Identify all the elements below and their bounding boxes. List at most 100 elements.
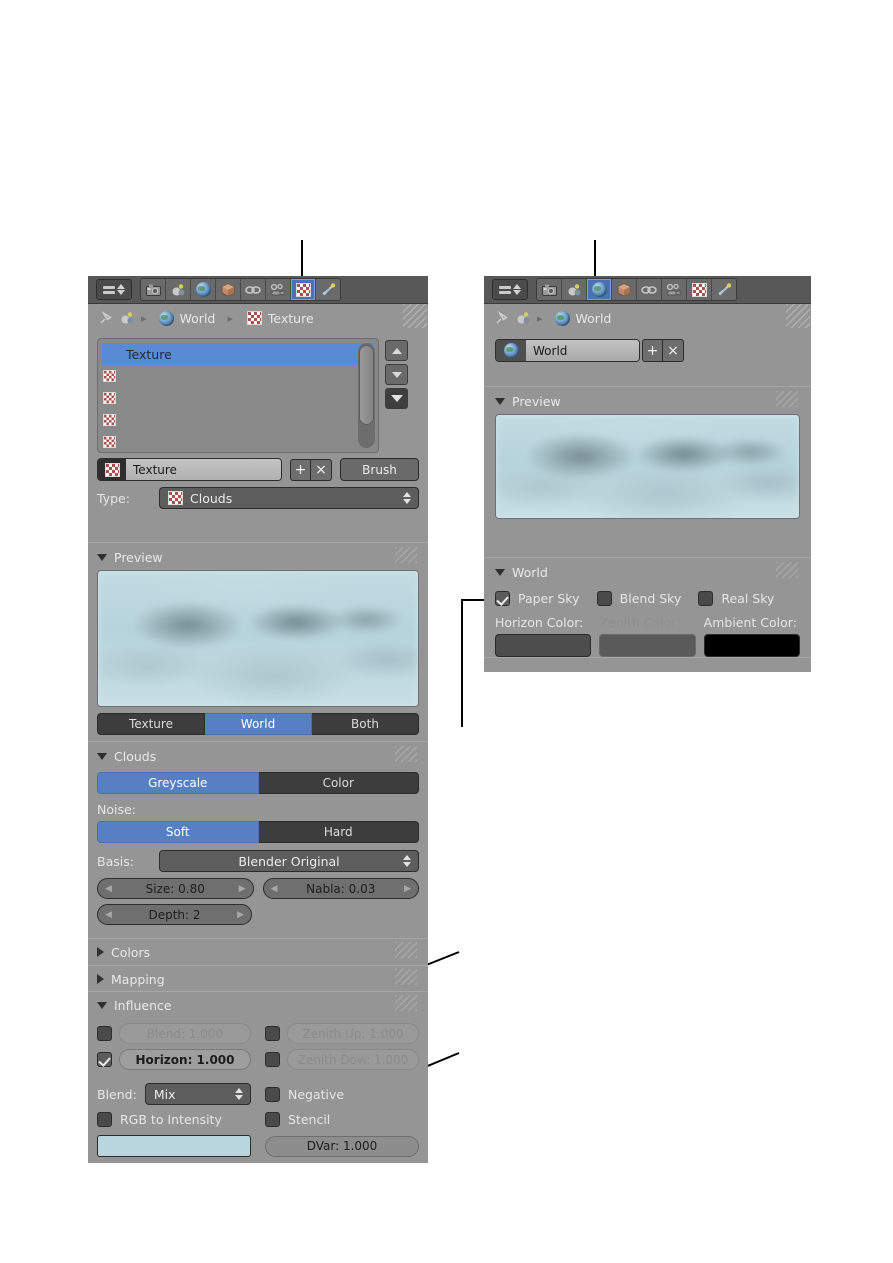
dvar-field[interactable]: DVar: 1.000 bbox=[265, 1135, 419, 1157]
zenith-down-influence-field[interactable]: Zenith Dow: 1.000 bbox=[287, 1049, 419, 1070]
clouds-color-mode-buttons[interactable]: Greyscale Color bbox=[97, 772, 419, 794]
clouds-greyscale-button[interactable]: Greyscale bbox=[97, 772, 259, 794]
decrement-arrow-icon[interactable]: ◀ bbox=[271, 884, 278, 894]
breadcrumb-item-texture[interactable]: Texture bbox=[268, 311, 314, 326]
world-name-input[interactable]: World bbox=[526, 340, 639, 361]
right-breadcrumb[interactable]: ▸ World bbox=[484, 303, 811, 333]
tab-render[interactable] bbox=[141, 279, 166, 300]
horizon-color-swatch[interactable] bbox=[495, 634, 592, 657]
list-item[interactable] bbox=[98, 387, 378, 409]
tab-constraints[interactable] bbox=[637, 279, 662, 300]
list-item[interactable] bbox=[98, 365, 378, 387]
mapping-panel-header[interactable]: Mapping bbox=[97, 966, 419, 992]
preview-mode-texture[interactable]: Texture bbox=[97, 713, 205, 735]
tab-particles[interactable] bbox=[712, 279, 736, 300]
increment-arrow-icon[interactable]: ▶ bbox=[404, 884, 411, 894]
tab-object[interactable] bbox=[612, 279, 637, 300]
clouds-noise-buttons[interactable]: Soft Hard bbox=[97, 821, 419, 843]
list-item[interactable]: Texture bbox=[102, 343, 374, 365]
preview-panel-header[interactable]: Preview bbox=[495, 388, 800, 414]
zenith-up-influence-checkbox[interactable] bbox=[265, 1026, 280, 1041]
zenith-down-influence-checkbox[interactable] bbox=[265, 1052, 280, 1067]
properties-tab-strip[interactable] bbox=[140, 278, 341, 301]
properties-tab-strip[interactable] bbox=[536, 278, 737, 301]
blend-sky-checkbox[interactable] bbox=[596, 591, 612, 606]
tab-scene[interactable] bbox=[562, 279, 587, 300]
clouds-color-button[interactable]: Color bbox=[258, 772, 419, 794]
horizon-influence-field[interactable]: Horizon: 1.000 bbox=[119, 1049, 251, 1070]
tab-object[interactable] bbox=[216, 279, 241, 300]
zenith-up-influence-field[interactable]: Zenith Up: 1.000 bbox=[287, 1023, 419, 1044]
influence-panel-header[interactable]: Influence bbox=[97, 992, 419, 1018]
texture-type-dropdown[interactable]: Clouds bbox=[159, 487, 419, 509]
preview-mode-both[interactable]: Both bbox=[312, 713, 419, 735]
decrement-arrow-icon[interactable]: ◀ bbox=[105, 884, 112, 894]
nabla-field[interactable]: ◀ Nabla: 0.03 ▶ bbox=[262, 878, 419, 899]
tab-world[interactable] bbox=[191, 279, 216, 300]
editor-type-selector[interactable] bbox=[492, 279, 528, 300]
zenith-color-swatch[interactable] bbox=[599, 634, 696, 657]
increment-arrow-icon[interactable]: ▶ bbox=[239, 884, 246, 894]
depth-field[interactable]: ◀ Depth: 2 ▶ bbox=[97, 904, 252, 925]
tab-scene[interactable] bbox=[166, 279, 191, 300]
tab-constraints[interactable] bbox=[241, 279, 266, 300]
editor-type-selector[interactable] bbox=[96, 279, 132, 300]
pin-icon[interactable] bbox=[98, 310, 114, 326]
tab-texture[interactable] bbox=[687, 279, 712, 300]
rgb-to-intensity-checkbox[interactable] bbox=[97, 1112, 112, 1127]
influence-color-swatch[interactable] bbox=[97, 1135, 251, 1157]
add-world-button[interactable]: + bbox=[642, 339, 663, 362]
paper-sky-checkbox[interactable] bbox=[495, 591, 510, 606]
world-panel-header[interactable]: World bbox=[495, 559, 800, 585]
list-item[interactable] bbox=[98, 409, 378, 431]
tab-render[interactable] bbox=[537, 279, 562, 300]
blend-influence-checkbox[interactable] bbox=[97, 1026, 112, 1041]
blend-influence-field[interactable]: Blend: 1.000 bbox=[119, 1023, 251, 1044]
texture-name-input[interactable]: Texture bbox=[126, 459, 281, 480]
list-menu-button[interactable] bbox=[385, 388, 408, 409]
preview-mode-buttons[interactable]: Texture World Both bbox=[97, 713, 419, 735]
scene-icon[interactable] bbox=[120, 311, 135, 325]
remove-world-button[interactable]: × bbox=[663, 339, 684, 362]
stencil-checkbox[interactable] bbox=[265, 1112, 280, 1127]
zenith-color-label: Zenith Color: bbox=[599, 615, 681, 630]
increment-arrow-icon[interactable]: ▶ bbox=[237, 910, 244, 920]
preview-mode-world[interactable]: World bbox=[205, 713, 312, 735]
tab-physics[interactable] bbox=[266, 279, 291, 300]
move-up-button[interactable] bbox=[385, 340, 408, 361]
breadcrumb-item-world[interactable]: World bbox=[180, 311, 216, 326]
negative-checkbox[interactable] bbox=[265, 1086, 280, 1102]
right-panel-header bbox=[484, 276, 811, 304]
colors-panel-header[interactable]: Colors bbox=[97, 939, 419, 965]
noise-label: Noise: bbox=[97, 802, 136, 817]
remove-texture-button[interactable]: × bbox=[311, 458, 332, 481]
list-scrollbar-thumb[interactable] bbox=[359, 345, 374, 425]
noise-soft-button[interactable]: Soft bbox=[97, 821, 259, 843]
real-sky-checkbox[interactable] bbox=[698, 591, 714, 606]
horizon-influence-checkbox[interactable] bbox=[97, 1052, 112, 1067]
ambient-color-swatch[interactable] bbox=[703, 634, 800, 657]
noise-hard-button[interactable]: Hard bbox=[258, 821, 419, 843]
checker-icon bbox=[246, 311, 262, 325]
decrement-arrow-icon[interactable]: ◀ bbox=[105, 910, 112, 920]
list-item[interactable] bbox=[98, 431, 378, 452]
preview-panel-header[interactable]: Preview bbox=[97, 544, 419, 570]
list-scrollbar[interactable] bbox=[358, 343, 375, 448]
breadcrumb-item-world[interactable]: World bbox=[576, 311, 612, 326]
tab-world[interactable] bbox=[587, 279, 612, 300]
noise-basis-dropdown[interactable]: Blender Original bbox=[159, 850, 419, 872]
blend-mode-dropdown[interactable]: Mix bbox=[144, 1083, 251, 1105]
add-texture-button[interactable]: + bbox=[290, 458, 311, 481]
left-breadcrumb[interactable]: ▸ World ▸ Texture bbox=[88, 303, 428, 333]
move-down-button[interactable] bbox=[385, 364, 408, 385]
tab-physics[interactable] bbox=[662, 279, 687, 300]
tab-particles[interactable] bbox=[316, 279, 340, 300]
tab-texture[interactable] bbox=[291, 279, 316, 300]
scene-icon[interactable] bbox=[516, 311, 531, 325]
size-field[interactable]: ◀ Size: 0.80 ▶ bbox=[97, 878, 254, 899]
clouds-panel-header[interactable]: Clouds bbox=[97, 743, 419, 769]
texture-slot-list[interactable]: Texture bbox=[97, 338, 379, 453]
pin-icon[interactable] bbox=[494, 310, 510, 326]
brush-button[interactable]: Brush bbox=[340, 458, 419, 481]
blend-influence-value: Blend: 1.000 bbox=[146, 1026, 224, 1041]
